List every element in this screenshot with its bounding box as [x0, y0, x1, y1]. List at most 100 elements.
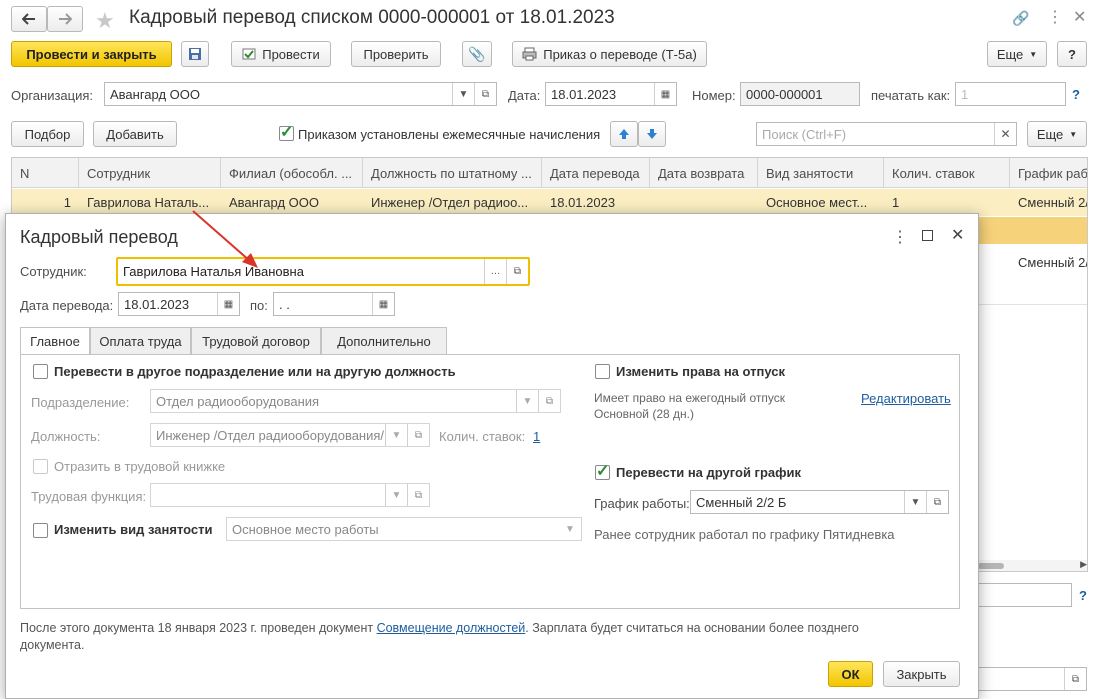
open-icon[interactable]: ⧉ — [506, 259, 528, 284]
search-input[interactable]: Поиск (Ctrl+F) ✕ — [756, 122, 1017, 146]
open-icon[interactable]: ⧉ — [474, 83, 496, 105]
employee-field[interactable]: Гаврилова Наталья Ивановна … ⧉ — [116, 257, 530, 286]
check-button[interactable]: Проверить — [351, 41, 441, 67]
horizontal-scrollbar[interactable]: ▶ — [978, 559, 1087, 571]
employment-type-checkbox[interactable] — [33, 523, 48, 538]
dropdown-arrow-icon[interactable]: ▼ — [385, 484, 407, 506]
transfer-dept-label: Перевести в другое подразделение или на … — [54, 364, 456, 379]
tab-main[interactable]: Главное — [20, 327, 90, 355]
dropdown-arrow-icon: ▼ — [1029, 49, 1038, 59]
post-and-close-button[interactable]: Провести и закрыть — [11, 41, 172, 67]
help-link[interactable]: ? — [1072, 87, 1080, 102]
column-header[interactable]: Дата перевода — [542, 158, 650, 188]
calendar-icon[interactable]: ▦ — [217, 293, 239, 315]
table-row[interactable]: 1 Гаврилова Наталь... Авангард ООО Инжен… — [12, 189, 1087, 216]
date-field[interactable]: 18.01.2023 ▦ — [545, 82, 677, 106]
schedule-field[interactable]: Сменный 2/2 Б ▼ ⧉ — [690, 490, 949, 514]
department-field[interactable]: Отдел радиооборудования ▼ ⧉ — [150, 389, 561, 413]
column-header[interactable]: График рабо — [1010, 158, 1087, 188]
organization-field[interactable]: Авангард ООО ▼ ⧉ — [104, 82, 497, 106]
column-header[interactable]: N — [12, 158, 79, 188]
vacation-rights-label: Изменить права на отпуск — [616, 364, 785, 379]
column-header[interactable]: Сотрудник — [79, 158, 221, 188]
open-icon[interactable]: ⧉ — [538, 390, 560, 412]
transfer-dialog: Кадровый перевод ⋮ ✕ Сотрудник: Гаврилов… — [5, 213, 979, 699]
transfer-date-field[interactable]: 18.01.2023 ▦ — [118, 292, 240, 316]
help-button[interactable]: ? — [1057, 41, 1087, 67]
close-icon[interactable]: ✕ — [1073, 7, 1086, 27]
forward-button[interactable] — [47, 6, 83, 32]
post-and-close-label: Провести и закрыть — [26, 46, 157, 62]
tab-additional[interactable]: Дополнительно — [321, 327, 447, 354]
back-button[interactable] — [11, 6, 47, 32]
position-field[interactable]: Инженер /Отдел радиооборудования/ ▼ ⧉ — [150, 423, 430, 447]
move-up-button[interactable] — [610, 121, 638, 147]
position-value: Инженер /Отдел радиооборудования/ — [156, 427, 385, 443]
list-more-button[interactable]: Еще ▼ — [1027, 121, 1087, 147]
open-icon[interactable]: ⧉ — [1064, 668, 1086, 690]
responsible-field[interactable]: ⧉ — [976, 667, 1087, 691]
open-icon[interactable]: ⧉ — [926, 491, 948, 513]
save-button[interactable] — [181, 41, 209, 67]
change-schedule-checkbox[interactable]: ✓ — [595, 463, 610, 480]
labor-function-field[interactable]: ▼ ⧉ — [150, 483, 430, 507]
tab-payment[interactable]: Оплата труда — [90, 327, 191, 354]
number-field[interactable]: 0000-000001 — [740, 82, 860, 106]
dropdown-arrow-icon[interactable]: ▼ — [904, 491, 926, 513]
kebab-menu-icon[interactable]: ⋮ — [892, 227, 908, 247]
favorite-star-icon[interactable]: ★ — [95, 8, 115, 34]
edit-vacation-link[interactable]: Редактировать — [861, 391, 951, 406]
vacation-rights-checkbox[interactable] — [595, 364, 610, 379]
print-as-field[interactable]: 1 — [955, 82, 1066, 106]
open-icon[interactable]: ⧉ — [407, 484, 429, 506]
combination-doc-link[interactable]: Совмещение должностей — [377, 621, 526, 635]
maximize-icon[interactable] — [922, 230, 933, 241]
table-cell: 1 — [63, 194, 71, 210]
table-cell: 18.01.2023 — [550, 194, 616, 210]
calendar-icon[interactable]: ▦ — [654, 83, 676, 105]
monthly-accruals-checkbox[interactable]: ✓ — [279, 124, 294, 141]
add-button[interactable]: Добавить — [93, 121, 177, 147]
scroll-right-icon[interactable]: ▶ — [1080, 559, 1087, 570]
dropdown-arrow-icon[interactable]: ▼ — [385, 424, 407, 446]
print-order-button[interactable]: Приказ о переводе (Т-5а) — [512, 41, 707, 67]
scrollbar-thumb[interactable] — [978, 563, 1004, 569]
ok-button[interactable]: ОК — [828, 661, 873, 687]
link-icon[interactable]: 🔗 — [1012, 10, 1029, 27]
close-icon[interactable]: ✕ — [951, 225, 964, 245]
labor-function-label: Трудовая функция: — [31, 489, 147, 504]
to-date-field[interactable]: . . ▦ — [273, 292, 395, 316]
open-icon[interactable]: ⧉ — [407, 424, 429, 446]
employee-value: Гаврилова Наталья Ивановна — [123, 264, 304, 279]
post-label: Провести — [262, 46, 320, 62]
column-header[interactable]: Колич. ставок — [884, 158, 1010, 188]
clear-icon[interactable]: ✕ — [994, 123, 1016, 145]
column-header[interactable]: Филиал (обособл. ... — [221, 158, 363, 188]
column-header[interactable]: Должность по штатному ... — [363, 158, 542, 188]
more-button[interactable]: Еще ▼ — [987, 41, 1047, 67]
search-placeholder: Поиск (Ctrl+F) — [762, 126, 847, 142]
help-link[interactable]: ? — [1079, 588, 1087, 603]
attach-button[interactable]: 📎 — [462, 41, 492, 67]
dropdown-arrow-icon[interactable]: ▼ — [452, 83, 474, 105]
print-order-label: Приказ о переводе (Т-5а) — [543, 46, 697, 62]
close-button[interactable]: Закрыть — [883, 661, 960, 687]
dropdown-arrow-icon[interactable]: ▼ — [559, 518, 581, 540]
move-down-button[interactable] — [638, 121, 666, 147]
dropdown-arrow-icon[interactable]: ▼ — [516, 390, 538, 412]
checkmark-icon: ✓ — [280, 124, 294, 141]
column-header[interactable]: Вид занятости — [758, 158, 884, 188]
tab-contract[interactable]: Трудовой договор — [191, 327, 321, 354]
rates-link[interactable]: 1 — [533, 429, 540, 444]
column-header[interactable]: Дата возврата — [650, 158, 758, 188]
employment-type-field[interactable]: Основное место работы ▼ — [226, 517, 582, 541]
select-button[interactable]: Подбор — [11, 121, 84, 147]
post-button[interactable]: Провести — [231, 41, 331, 67]
calendar-icon[interactable]: ▦ — [372, 293, 394, 315]
workbook-checkbox[interactable] — [33, 459, 48, 474]
ellipsis-icon[interactable]: … — [484, 259, 506, 284]
transfer-dept-checkbox[interactable] — [33, 364, 48, 379]
print-as-placeholder: 1 — [961, 86, 969, 102]
comment-field[interactable] — [976, 583, 1072, 607]
kebab-menu-icon[interactable]: ⋮ — [1047, 7, 1063, 27]
